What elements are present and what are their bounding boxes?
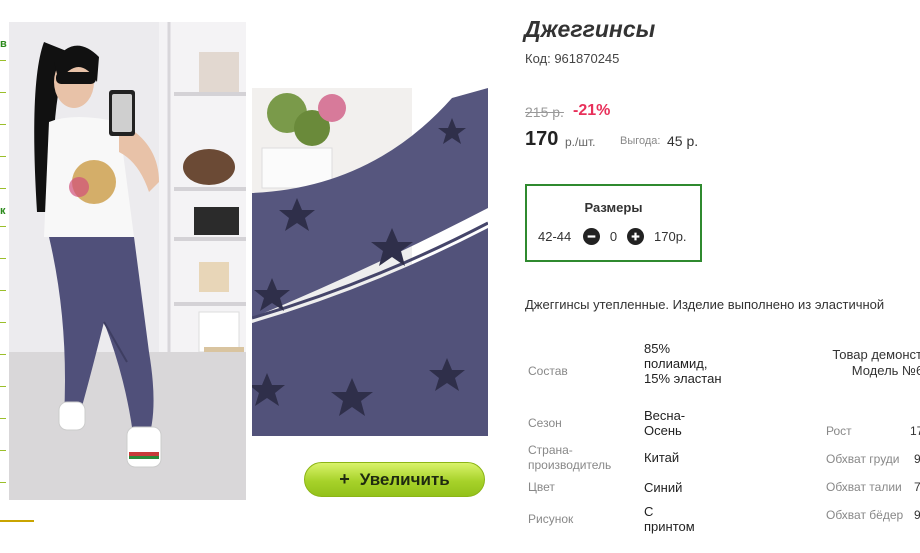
sidebar-edge-letter[interactable]: к [0,205,6,217]
sizes-box: Размеры 42-44 0 170р. [525,184,702,262]
spec-value-color: Синий [644,480,683,495]
spec-label-season: Сезон [528,416,562,430]
sizes-title: Размеры [584,200,643,215]
spec-value-season: Весна-Осень [644,408,686,438]
savings-label: Выгода: [620,135,661,147]
plus-circle-icon[interactable] [627,228,644,245]
spec-label-country: Страна-производитель [528,443,612,472]
model-param-label: Обхват талии [826,480,902,494]
spec-value-country: Китай [644,450,680,465]
sidebar-divider [0,226,6,227]
model-param-value: 7 [914,480,920,494]
model-param-label: Обхват груди [826,452,900,466]
quantity-value[interactable]: 0 [600,229,627,244]
model-param-value: 17 [910,424,920,438]
spec-label-composition: Состав [528,364,568,378]
model-param-value: 9 [914,452,920,466]
sidebar-divider [0,290,6,291]
sidebar-divider [0,354,6,355]
sidebar-divider [0,124,6,125]
sidebar-edge-letter[interactable]: в [0,38,7,50]
sidebar-divider [0,156,6,157]
spec-label-color: Цвет [528,480,555,494]
model-param-value: 9 [914,508,920,522]
size-price: 170р. [654,229,687,244]
sidebar-divider [0,92,6,93]
product-photo-detail-illustration [252,88,488,436]
minus-circle-icon[interactable] [583,228,600,245]
size-row: 42-44 0 170р. [538,228,687,245]
sidebar-divider [0,188,6,189]
discount-badge: -21% [573,102,611,119]
product-photo-illustration [9,22,246,500]
sidebar-divider [0,386,6,387]
sidebar-divider [0,450,6,451]
spec-value-pattern: С принтом [644,504,695,534]
product-title: Джеггинсы [524,16,656,42]
model-param-label: Рост [826,424,852,438]
sidebar-divider [0,482,6,483]
spec-value-composition: 85% полиамид, 15% эластан [644,341,722,386]
savings-value: 45 р. [667,133,699,149]
zoom-button-label: Увеличить [359,469,450,489]
product-code: Код: 961870245 [525,51,620,66]
price-unit: р./шт. [565,135,596,149]
plus-icon: + [339,469,350,489]
sidebar-divider [0,418,6,419]
model-heading: Товар демонструр Модель №6 [832,347,920,378]
spec-label-pattern: Рисунок [528,512,574,526]
zoom-button[interactable]: + Увеличить [304,462,485,497]
sidebar-divider [0,258,6,259]
product-description: Джеггинсы утепленные. Изделие выполнено … [525,297,885,312]
product-photo-main[interactable] [9,22,246,500]
product-photo-zoom[interactable] [252,88,488,436]
size-label: 42-44 [538,229,572,244]
model-param-label: Обхват бёдер [826,508,904,522]
old-price: 215 р. [525,104,564,120]
sidebar-divider [0,60,6,61]
sidebar-divider [0,322,6,323]
current-price: 170 [525,128,559,150]
sidebar-underline [0,520,34,522]
sidebar-edge: в к [0,0,8,553]
